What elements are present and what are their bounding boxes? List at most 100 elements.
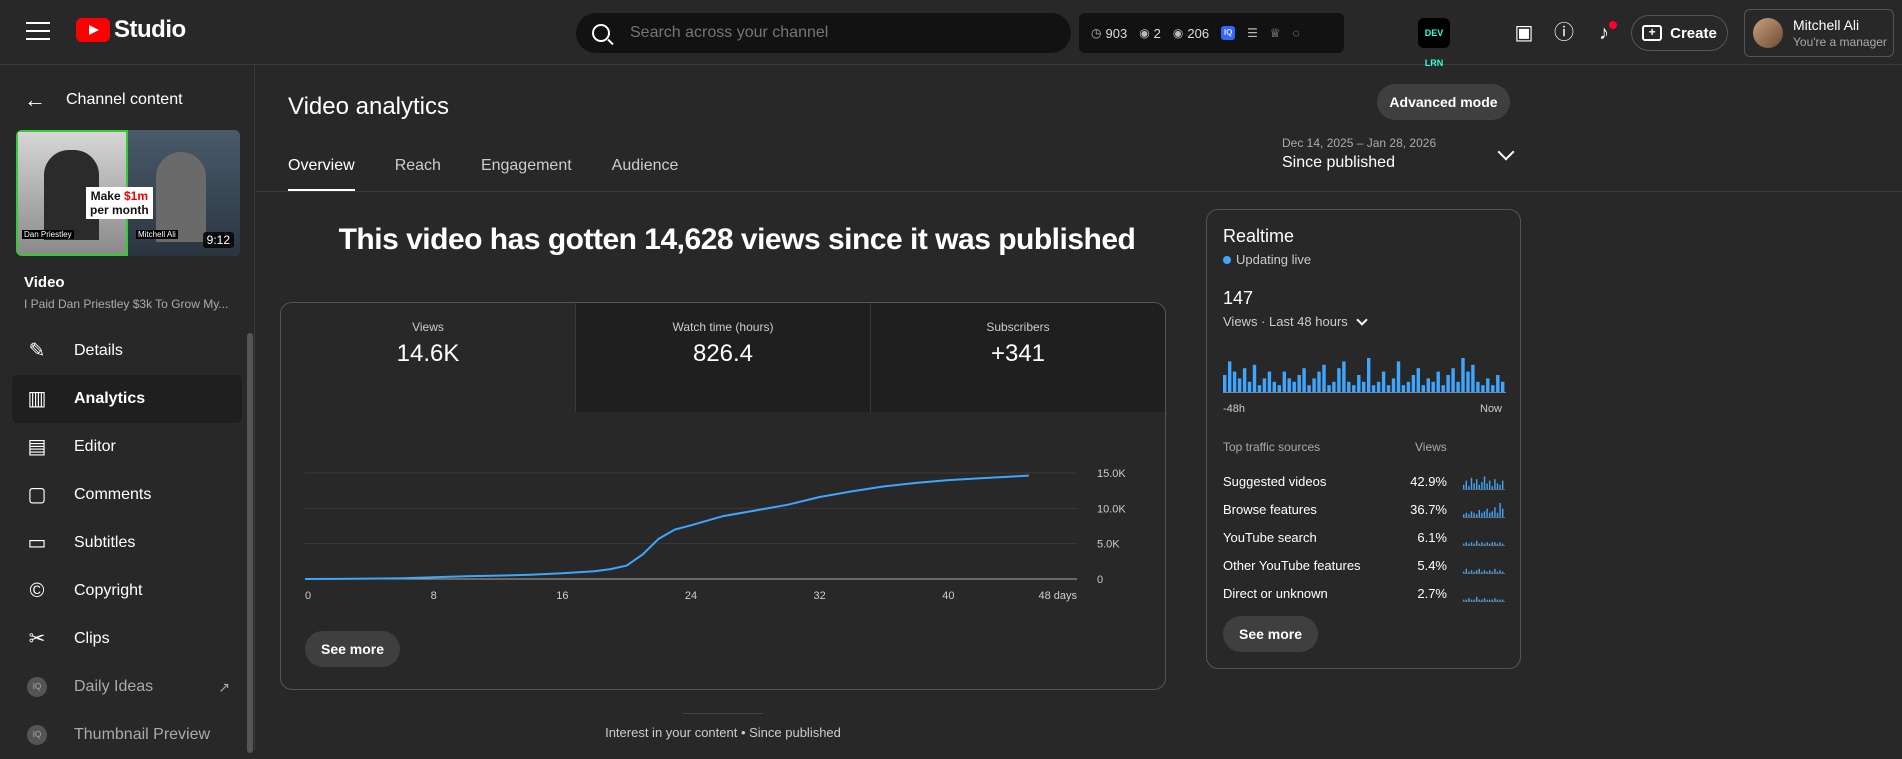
- sparkline-bar: [1468, 543, 1470, 545]
- realtime-bar: [1272, 381, 1276, 392]
- menu-icon[interactable]: [26, 22, 50, 42]
- sparkline-bar: [1496, 599, 1499, 601]
- sparkline-bar: [1494, 507, 1496, 517]
- sparkline-bar: [1486, 483, 1488, 489]
- sparkline-bar: [1494, 568, 1496, 573]
- realtime-bar: [1451, 368, 1455, 392]
- traffic-source-row[interactable]: Browse features 36.7%: [1223, 502, 1506, 520]
- realtime-bar: [1322, 364, 1326, 392]
- date-range-preset: Since published: [1282, 154, 1395, 171]
- sidebar-item-subtitles[interactable]: ▭ Subtitles: [12, 519, 242, 567]
- studio-logo[interactable]: Studio: [76, 16, 186, 44]
- sparkline-bar: [1463, 484, 1465, 489]
- help-icon[interactable]: ⓘ: [1551, 20, 1577, 46]
- footnote-divider: [683, 713, 763, 714]
- traffic-source-row[interactable]: Direct or unknown 2.7%: [1223, 586, 1506, 604]
- account-name: Mitchell Ali: [1793, 17, 1860, 33]
- realtime-bar: [1337, 368, 1341, 392]
- sparkline-bar: [1478, 543, 1480, 545]
- realtime-bar: [1436, 371, 1440, 392]
- sidebar-item-comments[interactable]: ▢ Comments: [12, 471, 242, 519]
- account-switcher[interactable]: Mitchell Ali You're a manager: [1744, 9, 1894, 57]
- realtime-bar: [1257, 385, 1262, 392]
- back-to-channel-content[interactable]: ← Channel content: [24, 87, 183, 113]
- iq-icon: IQ: [27, 725, 47, 745]
- sparkline-bar: [1494, 479, 1496, 489]
- realtime-see-more-button[interactable]: See more: [1223, 616, 1319, 652]
- search-bar[interactable]: [576, 13, 1071, 53]
- sidebar-item-details[interactable]: ✎ Details: [12, 327, 242, 375]
- create-button[interactable]: + Create: [1631, 15, 1728, 51]
- video-thumbnail[interactable]: Make $1m per month Dan Priestley Mitchell…: [16, 130, 240, 256]
- video-label: Video: [24, 274, 65, 291]
- realtime-bar: [1501, 381, 1505, 392]
- sparkline-bar: [1494, 542, 1496, 545]
- realtime-bar: [1461, 358, 1465, 392]
- chat-icon[interactable]: ◌: [1293, 26, 1300, 40]
- sparkline-bar: [1476, 479, 1478, 489]
- sparkline-bar: [1491, 511, 1493, 517]
- sidebar-item-thumbnail-preview[interactable]: IQ Thumbnail Preview: [12, 711, 242, 759]
- sparkline-bar: [1470, 599, 1473, 601]
- traffic-source-row[interactable]: Suggested videos 42.9%: [1223, 474, 1506, 492]
- see-more-button[interactable]: See more: [305, 631, 401, 667]
- sparkline-bar: [1476, 514, 1478, 517]
- traffic-source-percent: 5.4%: [1417, 558, 1447, 573]
- list-icon[interactable]: ☰: [1247, 26, 1258, 40]
- traffic-source-name: Other YouTube features: [1223, 558, 1361, 573]
- sidebar-item-copyright[interactable]: © Copyright: [12, 567, 242, 615]
- search-input[interactable]: [630, 24, 1030, 42]
- sparkline-bar: [1491, 571, 1493, 573]
- metric-views[interactable]: Views 14.6K: [281, 303, 576, 412]
- sparkline-bar: [1468, 514, 1470, 517]
- arrow-left-icon: ←: [24, 87, 46, 112]
- realtime-bar: [1396, 361, 1401, 392]
- comment-icon: ▢: [27, 484, 47, 506]
- realtime-bar: [1386, 385, 1391, 392]
- sidebar-item-clips[interactable]: ✂ Clips: [12, 615, 242, 663]
- tab-engagement[interactable]: Engagement: [481, 157, 572, 192]
- tab-audience[interactable]: Audience: [612, 157, 679, 192]
- realtime-bar: [1292, 381, 1296, 392]
- sidebar-scrollbar[interactable]: [247, 333, 253, 753]
- date-range-picker[interactable]: Dec 14, 2025 – Jan 28, 2026 Since publis…: [1282, 136, 1515, 172]
- extension-icon[interactable]: DEV LRN: [1418, 18, 1450, 68]
- tab-reach[interactable]: Reach: [395, 157, 441, 192]
- metric-subscribers[interactable]: Subscribers +341: [871, 303, 1165, 412]
- notifications-bell-icon[interactable]: ♪: [1591, 20, 1617, 46]
- realtime-bar: [1456, 381, 1460, 392]
- realtime-bar-chart[interactable]: [1223, 352, 1506, 394]
- sidebar-item-daily-ideas[interactable]: IQ Daily Ideas ↗: [12, 663, 242, 711]
- sparkline-bar: [1489, 512, 1491, 517]
- realtime-bar: [1332, 381, 1336, 392]
- realtime-bar: [1327, 385, 1331, 392]
- realtime-period-selector[interactable]: Views · Last 48 hours: [1223, 313, 1368, 329]
- thumbnail-caption-left: Dan Priestley: [22, 230, 74, 239]
- sparkline-bar: [1489, 480, 1491, 489]
- advanced-mode-button[interactable]: Advanced mode: [1377, 84, 1510, 120]
- feedback-icon[interactable]: ▣: [1511, 20, 1537, 46]
- sparkline-bar: [1499, 542, 1501, 545]
- sidebar-item-editor[interactable]: ▤ Editor: [12, 423, 242, 471]
- date-range-dates: Dec 14, 2025 – Jan 28, 2026: [1282, 136, 1437, 150]
- sparkline-bar: [1468, 486, 1470, 489]
- traffic-source-row[interactable]: Other YouTube features 5.4%: [1223, 558, 1506, 576]
- traffic-source-row[interactable]: YouTube search 6.1%: [1223, 530, 1506, 548]
- sparkline-bar: [1473, 599, 1475, 601]
- realtime-bar: [1302, 368, 1306, 392]
- sparkline-bar: [1499, 484, 1501, 489]
- live-indicator: Updating live: [1223, 252, 1311, 267]
- realtime-bar: [1441, 385, 1445, 392]
- sparkline-bar: [1502, 571, 1504, 573]
- tab-overview[interactable]: Overview: [288, 157, 355, 192]
- views-line-chart[interactable]: 0 5.0K 10.0K 15.0K 0 8 16 24 32 40 48 days: [305, 453, 1145, 603]
- realtime-bar: [1277, 385, 1281, 392]
- metric-watch-time[interactable]: Watch time (hours) 826.4: [576, 303, 871, 412]
- trophy-icon[interactable]: ♕: [1270, 26, 1281, 40]
- clock-icon: ◷: [1091, 26, 1102, 40]
- sparkline-bar: [1465, 480, 1467, 489]
- iq-badge-icon[interactable]: IQ: [1221, 26, 1236, 40]
- thumbnail-text: Make $1m per month: [86, 187, 153, 219]
- sparkline-bar: [1465, 542, 1467, 545]
- sidebar-item-analytics[interactable]: ▥ Analytics: [12, 375, 242, 423]
